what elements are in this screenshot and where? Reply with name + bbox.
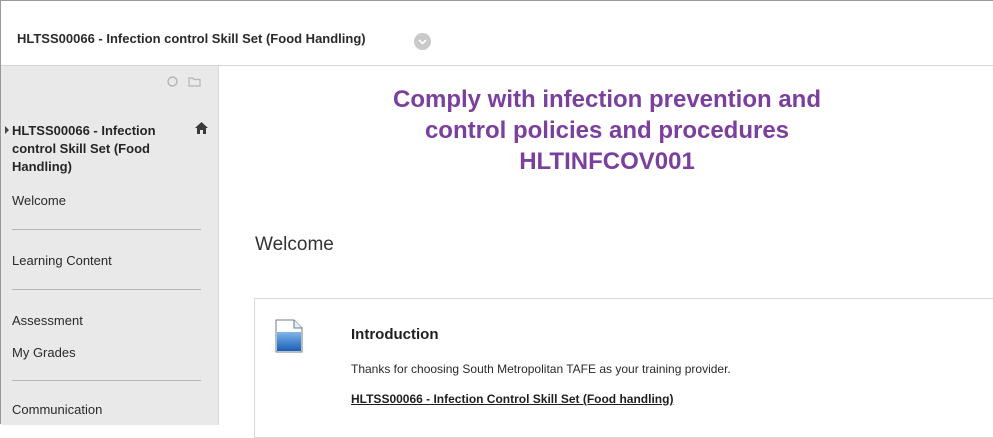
menu-course-name[interactable]: HLTSS00066 - Infection control Skill Set… <box>12 122 192 176</box>
banner-line: Comply with infection prevention and <box>392 86 821 113</box>
content-item-link[interactable]: HLTSS00066 - Infection Control Skill Set… <box>351 392 673 406</box>
content-item-description: Thanks for choosing South Metropolitan T… <box>351 362 731 376</box>
chevron-down-circle-icon[interactable] <box>414 33 431 50</box>
content-item: Introduction Thanks for choosing South M… <box>254 298 993 438</box>
refresh-icon[interactable] <box>166 75 179 88</box>
course-window: HLTSS00066 - Infection control Skill Set… <box>0 0 993 438</box>
menu-divider <box>12 380 201 381</box>
sidebar-item-learning-content[interactable]: Learning Content <box>12 253 112 268</box>
menu-divider <box>12 289 201 290</box>
sidebar-item-my-grades[interactable]: My Grades <box>12 345 76 360</box>
collapse-marker-icon <box>5 126 9 134</box>
sidebar-item-welcome[interactable]: Welcome <box>12 193 66 208</box>
menu-divider <box>12 229 201 230</box>
unit-banner-title: Comply with infection prevention and con… <box>220 84 993 177</box>
page-title: Welcome <box>255 234 334 255</box>
content-area: Comply with infection prevention and con… <box>220 66 993 438</box>
folder-icon[interactable] <box>188 75 201 88</box>
sidebar-item-communication[interactable]: Communication <box>12 402 102 417</box>
course-header-bar: HLTSS00066 - Infection control Skill Set… <box>1 1 993 66</box>
document-icon <box>275 319 303 353</box>
course-title[interactable]: HLTSS00066 - Infection control Skill Set… <box>17 31 366 46</box>
sidebar-item-assessment[interactable]: Assessment <box>12 313 83 328</box>
banner-line: HLTINFCOV001 <box>519 148 695 175</box>
course-menu: HLTSS00066 - Infection control Skill Set… <box>1 66 219 425</box>
content-item-title[interactable]: Introduction <box>351 326 438 343</box>
banner-line: control policies and procedures <box>424 117 790 144</box>
course-menu-tools <box>166 75 201 88</box>
home-icon[interactable] <box>194 121 209 135</box>
